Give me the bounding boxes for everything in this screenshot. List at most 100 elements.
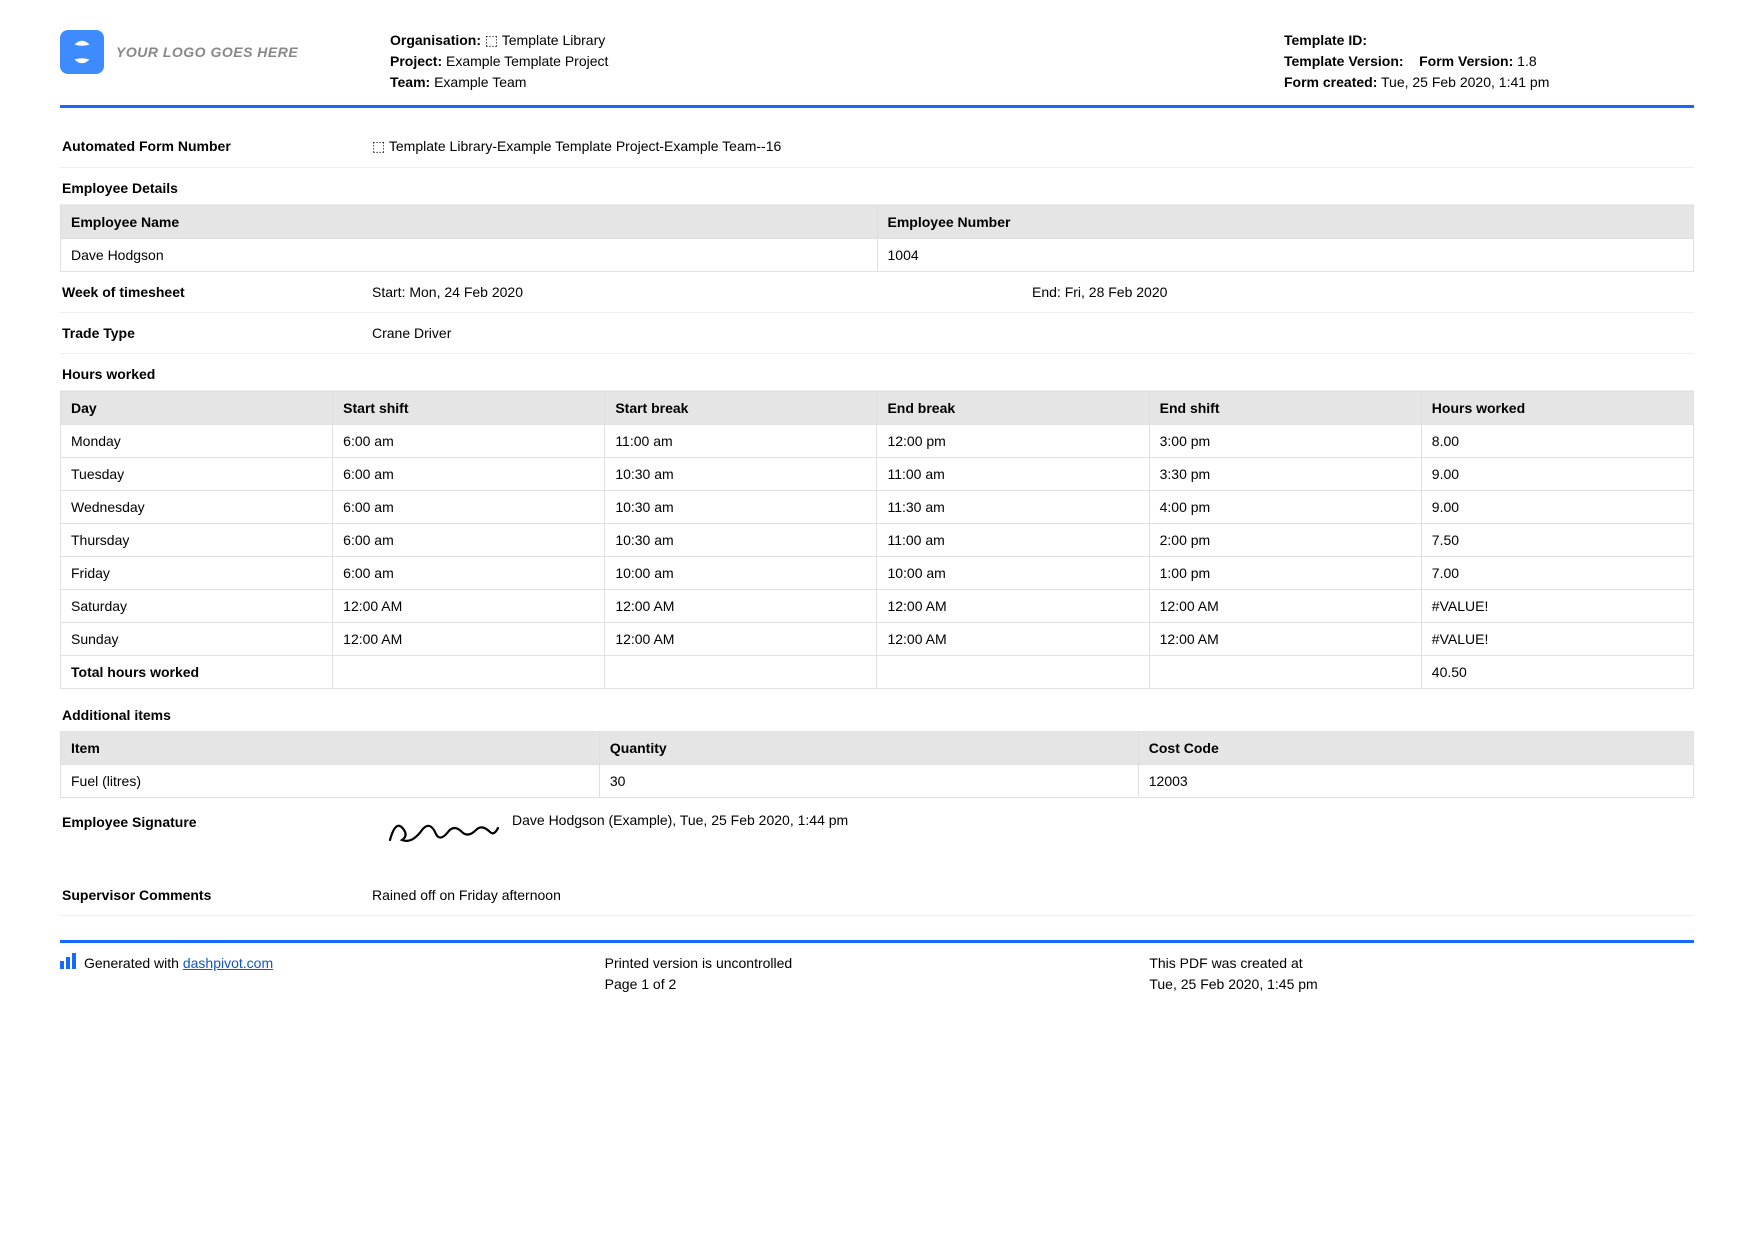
- table-cell: Saturday: [61, 590, 333, 623]
- table-header-cell: End shift: [1149, 392, 1421, 425]
- table-cell: #VALUE!: [1421, 623, 1693, 656]
- form-number-value: ⬚ Template Library-Example Template Proj…: [372, 138, 1692, 155]
- org-value: ⬚ Template Library: [485, 32, 605, 48]
- signature-label: Employee Signature: [62, 810, 372, 830]
- total-row: Total hours worked 40.50: [61, 656, 1694, 689]
- hours-heading: Hours worked: [60, 354, 1694, 391]
- signature-row: Employee Signature Dave Hodgson (Example…: [60, 798, 1694, 865]
- form-version-value: 1.8: [1517, 53, 1536, 69]
- table-cell: 12:00 AM: [333, 590, 605, 623]
- table-cell: Monday: [61, 425, 333, 458]
- trade-label: Trade Type: [62, 325, 372, 341]
- page-header: YOUR LOGO GOES HERE Organisation: ⬚ Temp…: [60, 30, 1694, 108]
- table-cell: 8.00: [1421, 425, 1693, 458]
- table-header-cell: Hours worked: [1421, 392, 1693, 425]
- table-header-cell: End break: [877, 392, 1149, 425]
- form-number-row: Automated Form Number ⬚ Template Library…: [60, 126, 1694, 168]
- table-cell: 10:30 am: [605, 458, 877, 491]
- employee-name-header: Employee Name: [61, 206, 878, 239]
- table-cell: 12:00 AM: [333, 623, 605, 656]
- table-cell: 12:00 AM: [877, 590, 1149, 623]
- header-meta-right: Template ID: Template Version: Form Vers…: [1284, 30, 1694, 93]
- form-created-value: Tue, 25 Feb 2020, 1:41 pm: [1381, 74, 1549, 90]
- table-cell: 12:00 AM: [877, 623, 1149, 656]
- table-cell: 6:00 am: [333, 425, 605, 458]
- table-cell: 1:00 pm: [1149, 557, 1421, 590]
- table-cell: 12:00 AM: [1149, 590, 1421, 623]
- table-cell: 4:00 pm: [1149, 491, 1421, 524]
- header-meta-left: Organisation: ⬚ Template Library Project…: [390, 30, 1264, 93]
- table-row: Monday6:00 am11:00 am12:00 pm3:00 pm8.00: [61, 425, 1694, 458]
- table-cell: 10:00 am: [605, 557, 877, 590]
- table-cell: 10:30 am: [605, 524, 877, 557]
- table-row: Friday6:00 am10:00 am10:00 am1:00 pm7.00: [61, 557, 1694, 590]
- table-cell: 11:00 am: [877, 524, 1149, 557]
- table-cell: 6:00 am: [333, 524, 605, 557]
- printed-text: Printed version is uncontrolled: [605, 953, 1150, 974]
- dashpivot-link[interactable]: dashpivot.com: [183, 955, 273, 971]
- table-cell: 11:00 am: [877, 458, 1149, 491]
- table-cell: Thursday: [61, 524, 333, 557]
- logo-block: YOUR LOGO GOES HERE: [60, 30, 370, 74]
- signature-text: Dave Hodgson (Example), Tue, 25 Feb 2020…: [512, 810, 1692, 828]
- employee-name-value: Dave Hodgson: [61, 239, 878, 272]
- footer-center: Printed version is uncontrolled Page 1 o…: [605, 953, 1150, 995]
- table-cell: Friday: [61, 557, 333, 590]
- table-cell: 12003: [1138, 765, 1693, 798]
- signature-image: [382, 810, 502, 853]
- table-cell: 3:30 pm: [1149, 458, 1421, 491]
- total-value: 40.50: [1421, 656, 1693, 689]
- table-cell: [605, 656, 877, 689]
- form-created-label: Form created:: [1284, 74, 1377, 90]
- table-cell: 6:00 am: [333, 491, 605, 524]
- table-cell: 6:00 am: [333, 458, 605, 491]
- footer-left: Generated with dashpivot.com: [60, 953, 605, 995]
- employee-number-value: 1004: [877, 239, 1694, 272]
- pdf-created-value: Tue, 25 Feb 2020, 1:45 pm: [1149, 974, 1694, 995]
- team-label: Team:: [390, 74, 430, 90]
- hours-table: DayStart shiftStart breakEnd breakEnd sh…: [60, 391, 1694, 689]
- table-row: Saturday12:00 AM12:00 AM12:00 AM12:00 AM…: [61, 590, 1694, 623]
- table-cell: 3:00 pm: [1149, 425, 1421, 458]
- table-cell: 9.00: [1421, 491, 1693, 524]
- table-header-row: Employee Name Employee Number: [61, 206, 1694, 239]
- week-start: Start: Mon, 24 Feb 2020: [372, 284, 1032, 300]
- supervisor-value: Rained off on Friday afternoon: [372, 887, 1692, 903]
- total-label: Total hours worked: [61, 656, 333, 689]
- additional-heading: Additional items: [60, 689, 1694, 731]
- page-footer: Generated with dashpivot.com Printed ver…: [60, 940, 1694, 995]
- team-value: Example Team: [434, 74, 526, 90]
- table-row: Wednesday6:00 am10:30 am11:30 am4:00 pm9…: [61, 491, 1694, 524]
- table-cell: Fuel (litres): [61, 765, 600, 798]
- form-number-label: Automated Form Number: [62, 138, 372, 154]
- supervisor-row: Supervisor Comments Rained off on Friday…: [60, 875, 1694, 916]
- table-header-cell: Day: [61, 392, 333, 425]
- employee-details-heading: Employee Details: [60, 168, 1694, 205]
- table-cell: 30: [599, 765, 1138, 798]
- table-header-cell: Start break: [605, 392, 877, 425]
- employee-number-header: Employee Number: [877, 206, 1694, 239]
- week-row: Week of timesheet Start: Mon, 24 Feb 202…: [60, 272, 1694, 313]
- template-version-label: Template Version:: [1284, 53, 1404, 69]
- org-label: Organisation:: [390, 32, 481, 48]
- table-cell: 11:00 am: [605, 425, 877, 458]
- table-header-cell: Cost Code: [1138, 732, 1693, 765]
- table-cell: 9.00: [1421, 458, 1693, 491]
- pdf-created-label: This PDF was created at: [1149, 953, 1694, 974]
- table-cell: 10:00 am: [877, 557, 1149, 590]
- bar-chart-icon: [60, 953, 76, 969]
- additional-table: ItemQuantityCost Code Fuel (litres)30120…: [60, 731, 1694, 798]
- table-cell: [1149, 656, 1421, 689]
- table-header-cell: Start shift: [333, 392, 605, 425]
- table-row: Dave Hodgson 1004: [61, 239, 1694, 272]
- table-row: Thursday6:00 am10:30 am11:00 am2:00 pm7.…: [61, 524, 1694, 557]
- table-row: Sunday12:00 AM12:00 AM12:00 AM12:00 AM#V…: [61, 623, 1694, 656]
- logo-placeholder-text: YOUR LOGO GOES HERE: [116, 44, 298, 60]
- table-cell: 12:00 AM: [605, 590, 877, 623]
- form-version-label: Form Version:: [1419, 53, 1513, 69]
- table-cell: 7.50: [1421, 524, 1693, 557]
- footer-right: This PDF was created at Tue, 25 Feb 2020…: [1149, 953, 1694, 995]
- project-label: Project:: [390, 53, 442, 69]
- table-cell: 2:00 pm: [1149, 524, 1421, 557]
- project-value: Example Template Project: [446, 53, 608, 69]
